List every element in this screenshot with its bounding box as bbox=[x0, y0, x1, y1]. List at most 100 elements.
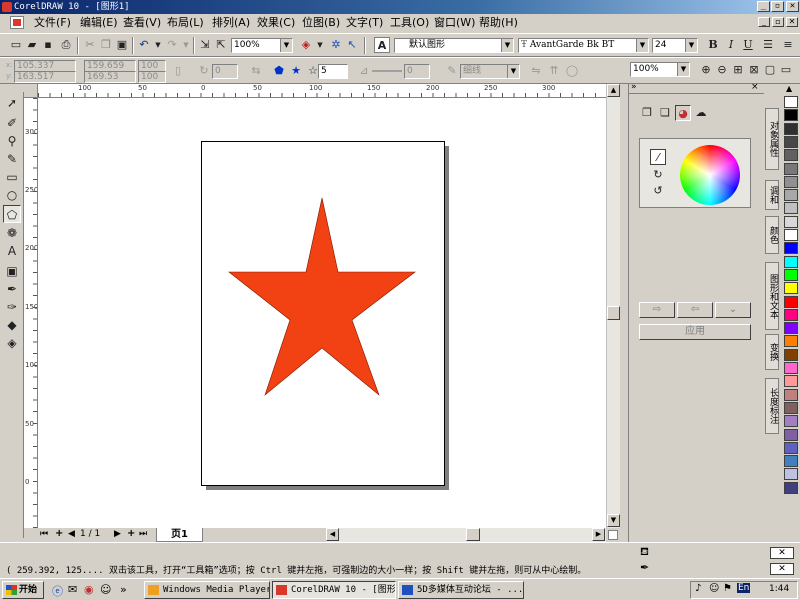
text-options-icon[interactable]: A bbox=[374, 37, 390, 53]
zoom-page-icon[interactable]: ▢ bbox=[762, 62, 778, 78]
last-page-icon[interactable]: ⏭ bbox=[139, 529, 147, 539]
palette-swatch[interactable] bbox=[784, 268, 798, 281]
scroll-up-icon[interactable]: ▲ bbox=[607, 84, 620, 97]
freehand-tool-icon[interactable]: ✎ bbox=[3, 150, 21, 168]
vertical-scrollbar[interactable]: ▲ ▼ bbox=[606, 84, 620, 528]
palette-swatch[interactable] bbox=[784, 481, 798, 494]
tab-blend[interactable]: 调和 bbox=[765, 180, 779, 210]
palette-swatch[interactable] bbox=[784, 135, 798, 148]
menu-tools[interactable]: 工具(O) bbox=[388, 15, 431, 30]
polygon-icon[interactable]: ⬟ bbox=[271, 63, 287, 79]
italic-button[interactable]: I bbox=[723, 37, 739, 53]
font-size-select[interactable]: 24 ▼ bbox=[652, 38, 698, 53]
horizontal-scrollbar[interactable]: ◀ ▶ bbox=[326, 528, 606, 542]
drawing-canvas[interactable] bbox=[38, 98, 606, 528]
next-page-icon[interactable]: ▶ bbox=[114, 529, 121, 539]
spiral-tool-icon[interactable]: ❁ bbox=[3, 224, 21, 242]
tray-qq-icon[interactable]: ☺ bbox=[709, 583, 719, 594]
task-coreldraw[interactable]: CorelDRAW 10 - [图形1] bbox=[272, 581, 396, 599]
palette-swatch[interactable] bbox=[784, 109, 798, 122]
menu-layout[interactable]: 布局(L) bbox=[165, 15, 206, 30]
no-outline-swatch[interactable]: ✕ bbox=[770, 563, 794, 575]
page-tab[interactable]: 页1 bbox=[156, 528, 203, 542]
zoom-out-icon[interactable]: ⊖ bbox=[714, 62, 730, 78]
palette-swatch[interactable] bbox=[784, 468, 798, 481]
font-list-select[interactable]: Ŧ AvantGarde Bk BT ▼ bbox=[518, 38, 649, 53]
task-windows-media-player[interactable]: Windows Media Player bbox=[144, 581, 270, 599]
pick-tool-icon[interactable]: ➚ bbox=[3, 94, 21, 112]
sharpness-field[interactable]: 0 bbox=[404, 64, 430, 79]
zoom-selected-icon[interactable]: ⊞ bbox=[730, 62, 746, 78]
palette-swatch[interactable] bbox=[784, 96, 798, 108]
palette-swatch[interactable] bbox=[784, 162, 798, 175]
height-field[interactable]: 169.53 bbox=[84, 71, 136, 83]
outlook-icon[interactable]: ✉ bbox=[68, 583, 77, 596]
sharpness-slider[interactable] bbox=[372, 70, 402, 72]
quick-launch-more-icon[interactable]: » bbox=[120, 583, 127, 596]
rotation-angle-field[interactable]: 0 bbox=[212, 64, 238, 79]
palette-swatch[interactable] bbox=[784, 388, 798, 401]
h-scroll-thumb[interactable] bbox=[466, 528, 480, 541]
ruler-origin[interactable] bbox=[24, 84, 38, 98]
zoom-levels-select[interactable]: 100% ▼ bbox=[231, 38, 293, 53]
star-icon[interactable]: ★ bbox=[288, 63, 304, 79]
zoom-all-icon[interactable]: ⊠ bbox=[746, 62, 762, 78]
underline-button[interactable]: U bbox=[740, 37, 756, 53]
help-pointer-icon[interactable]: ↖ bbox=[344, 37, 360, 53]
polygon-tool-icon[interactable]: ⬠ bbox=[3, 205, 21, 223]
launcher-dropdown-icon[interactable]: ▼ bbox=[312, 37, 328, 53]
menu-help[interactable]: 帮助(H) bbox=[477, 15, 520, 30]
tab-dimension[interactable]: 长度标注 bbox=[765, 378, 779, 434]
document-icon[interactable] bbox=[10, 16, 24, 29]
palette-swatch[interactable] bbox=[784, 189, 798, 202]
lock-ratio-icon[interactable]: ▯ bbox=[170, 63, 186, 79]
doc-minimize-button[interactable]: _ bbox=[758, 17, 770, 27]
zoom-in-icon[interactable]: ⊕ bbox=[698, 62, 714, 78]
add-page-before-button[interactable]: + bbox=[55, 528, 63, 539]
menu-window[interactable]: 窗口(W) bbox=[432, 15, 477, 30]
polygon-points-field[interactable]: 5 bbox=[318, 64, 348, 79]
scroll-down-icon[interactable]: ▼ bbox=[607, 514, 620, 527]
add-page-after-button[interactable]: + bbox=[127, 528, 135, 539]
import-icon[interactable]: ⇲ bbox=[197, 37, 213, 53]
menu-view[interactable]: 查看(V) bbox=[121, 15, 163, 30]
media-icon[interactable]: ◉ bbox=[84, 583, 94, 596]
zoom-width-icon[interactable]: ▭ bbox=[778, 62, 794, 78]
rotate-icon[interactable]: ↻ bbox=[196, 63, 212, 79]
palette-up-icon[interactable]: ▲ bbox=[786, 84, 792, 93]
star-shape[interactable] bbox=[228, 197, 416, 396]
docker-object-icon[interactable]: ❐ bbox=[639, 105, 655, 121]
eyedropper-tool-icon[interactable]: ✒ bbox=[3, 280, 21, 298]
palette-swatch[interactable] bbox=[784, 229, 798, 241]
color-reset-icon[interactable]: ↺ bbox=[650, 183, 666, 199]
docker-copy-icon[interactable]: ❏ bbox=[657, 105, 673, 121]
cut-icon[interactable]: ✂ bbox=[82, 37, 98, 53]
zoom-levels-select-2[interactable]: 100% ▼ bbox=[630, 62, 690, 77]
palette-swatch[interactable] bbox=[784, 255, 798, 268]
outline-tool-icon[interactable]: ✑ bbox=[3, 298, 21, 316]
palette-swatch[interactable] bbox=[784, 335, 798, 348]
palette-swatch[interactable] bbox=[784, 282, 798, 295]
color-dropper-icon[interactable]: ⁄ bbox=[650, 149, 666, 165]
to-front-icon[interactable]: ⇈ bbox=[546, 63, 562, 79]
palette-swatch[interactable] bbox=[784, 455, 798, 468]
palette-swatch[interactable] bbox=[784, 295, 798, 308]
maximize-button[interactable]: ▫ bbox=[771, 1, 784, 12]
tab-color[interactable]: 颜色 bbox=[765, 216, 779, 254]
task-forum[interactable]: 5D多媒体互动论坛 - ... bbox=[398, 581, 524, 599]
start-button[interactable]: 开始 bbox=[2, 581, 44, 599]
menu-edit[interactable]: 编辑(E) bbox=[78, 15, 120, 30]
rectangle-tool-icon[interactable]: ▭ bbox=[3, 168, 21, 186]
doc-restore-button[interactable]: ▫ bbox=[772, 17, 784, 27]
menu-arrange[interactable]: 排列(A) bbox=[210, 15, 252, 30]
docker-close-icon[interactable]: × bbox=[751, 82, 759, 92]
palette-swatch[interactable] bbox=[784, 362, 798, 374]
docker-pen-icon[interactable]: ☁ bbox=[693, 105, 709, 121]
interactive-fill-tool-icon[interactable]: ◈ bbox=[3, 334, 21, 352]
doc-close-button[interactable]: ✕ bbox=[786, 17, 798, 27]
docker-collapse-icon[interactable]: » bbox=[631, 82, 637, 92]
tray-volume-icon[interactable]: ♪ bbox=[695, 583, 701, 594]
ie-icon[interactable]: ⓔ bbox=[52, 583, 63, 599]
palette-swatch[interactable] bbox=[784, 202, 798, 215]
format-text-icon[interactable]: ≡ bbox=[780, 37, 796, 53]
